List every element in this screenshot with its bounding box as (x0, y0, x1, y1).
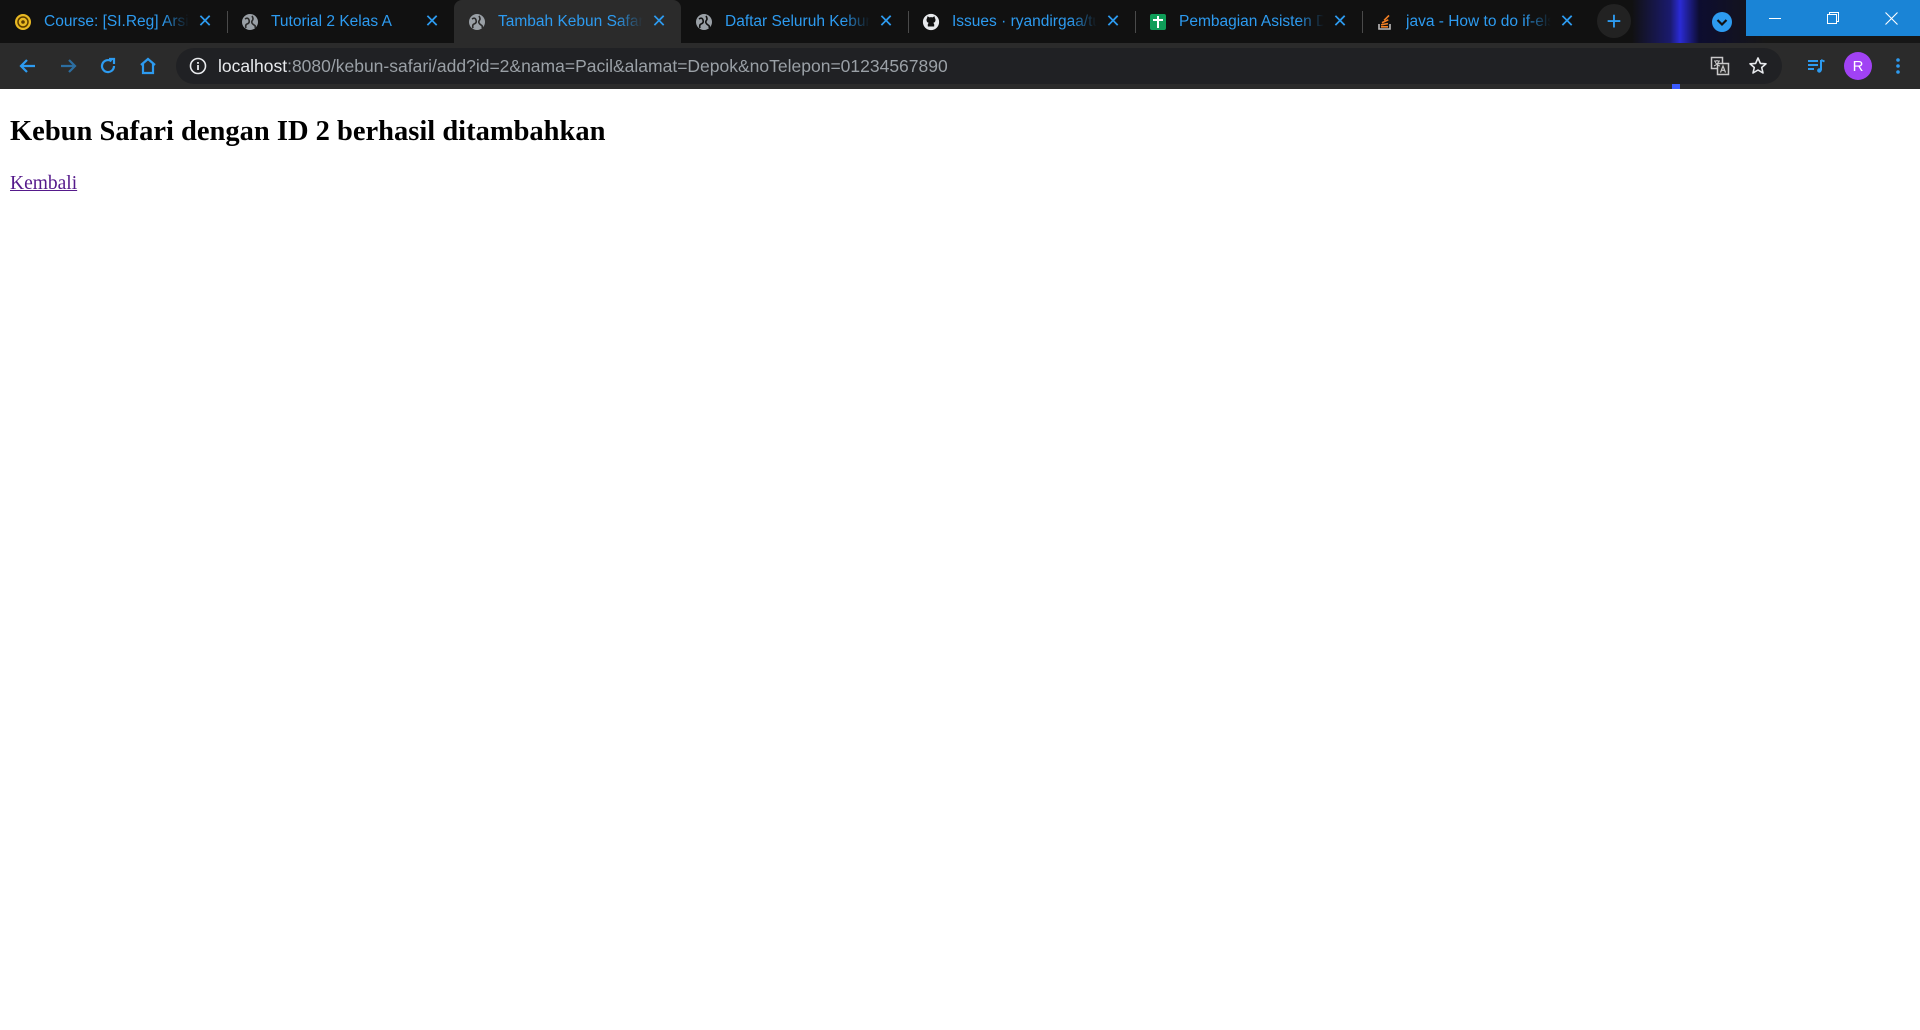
minimize-button[interactable] (1746, 0, 1804, 36)
toolbar-actions: R (1794, 48, 1920, 84)
tab-daftar-kebun[interactable]: Daftar Seluruh Kebun Safari ✕ (681, 0, 908, 43)
github-icon (922, 13, 940, 31)
minimize-icon (1769, 18, 1781, 19)
page-content: Kebun Safari dengan ID 2 berhasil ditamb… (0, 89, 1920, 1030)
page-title: Kebun Safari dengan ID 2 berhasil ditamb… (10, 116, 606, 147)
back-button[interactable] (10, 48, 46, 84)
address-bar[interactable]: localhost:8080/kebun-safari/add?id=2&nam… (176, 48, 1782, 84)
close-icon[interactable]: ✕ (1330, 11, 1350, 32)
back-link[interactable]: Kembali (10, 173, 77, 195)
close-icon[interactable]: ✕ (1103, 11, 1123, 32)
star-icon[interactable] (1744, 52, 1772, 80)
globe-icon (468, 13, 486, 31)
reload-icon (100, 57, 116, 74)
more-vertical-icon (1896, 58, 1900, 74)
restore-icon (1827, 12, 1839, 24)
tab-title: Daftar Seluruh Kebun Safari (725, 12, 870, 30)
info-icon[interactable] (188, 56, 208, 76)
forward-button[interactable] (50, 48, 86, 84)
tab-title: java - How to do if-else (1406, 12, 1551, 30)
close-icon[interactable]: ✕ (649, 11, 669, 32)
reading-list-button[interactable] (1798, 48, 1834, 84)
tab-tambah-kebun-safari[interactable]: Tambah Kebun Safari ✕ (454, 0, 681, 43)
sheets-icon (1149, 13, 1167, 31)
tab-title: Tutorial 2 Kelas A (271, 12, 392, 30)
tab-stackoverflow[interactable]: java - How to do if-else ✕ (1362, 0, 1589, 43)
globe-icon (241, 13, 259, 31)
close-window-button[interactable] (1862, 0, 1920, 36)
tab-strip: Course: [SI.Reg] Arsitektur ✕ Tutorial 2… (0, 0, 1920, 43)
tab-pembagian-asisten[interactable]: Pembagian Asisten Dosen ✕ (1135, 0, 1362, 43)
home-button[interactable] (130, 48, 166, 84)
window-controls (1746, 0, 1920, 36)
close-icon[interactable]: ✕ (195, 11, 215, 32)
stackoverflow-icon (1376, 13, 1394, 31)
tab-title: Tambah Kebun Safari (498, 12, 643, 30)
avatar: R (1844, 52, 1872, 80)
address-bar-actions (1706, 52, 1772, 80)
tab-search-button[interactable] (1708, 8, 1736, 36)
tab-tutorial[interactable]: Tutorial 2 Kelas A ✕ (227, 0, 454, 43)
close-icon[interactable]: ✕ (876, 11, 896, 32)
reading-list-icon (1808, 59, 1825, 73)
globe-icon (695, 13, 713, 31)
tab-title: Issues · ryandirgaa/tutorial (952, 12, 1097, 30)
tab-title: Pembagian Asisten Dosen (1179, 12, 1324, 30)
close-icon[interactable]: ✕ (1557, 11, 1577, 32)
plus-icon: + (1606, 6, 1622, 36)
close-icon (1884, 11, 1898, 25)
tab-list: Course: [SI.Reg] Arsitektur ✕ Tutorial 2… (0, 0, 1589, 43)
tab-github-issues[interactable]: Issues · ryandirgaa/tutorial ✕ (908, 0, 1135, 43)
reload-button[interactable] (90, 48, 126, 84)
tab-title: Course: [SI.Reg] Arsitektur (44, 12, 189, 30)
profile-button[interactable]: R (1840, 48, 1876, 84)
url-text[interactable]: localhost:8080/kebun-safari/add?id=2&nam… (218, 56, 948, 77)
new-tab-button[interactable]: + (1597, 4, 1631, 38)
tab-course[interactable]: Course: [SI.Reg] Arsitektur ✕ (0, 0, 227, 43)
close-icon[interactable]: ✕ (422, 11, 442, 32)
browser-toolbar: localhost:8080/kebun-safari/add?id=2&nam… (0, 43, 1920, 89)
arrow-right-icon (61, 59, 77, 73)
university-icon (14, 13, 32, 31)
url-path: :8080/kebun-safari/add?id=2&nama=Pacil&a… (287, 55, 948, 76)
menu-button[interactable] (1880, 48, 1916, 84)
arrow-left-icon (19, 59, 35, 73)
home-icon (140, 57, 156, 75)
url-host: localhost (218, 55, 288, 76)
restore-button[interactable] (1804, 0, 1862, 36)
chevron-down-icon (1712, 12, 1732, 32)
translate-icon[interactable] (1706, 52, 1734, 80)
